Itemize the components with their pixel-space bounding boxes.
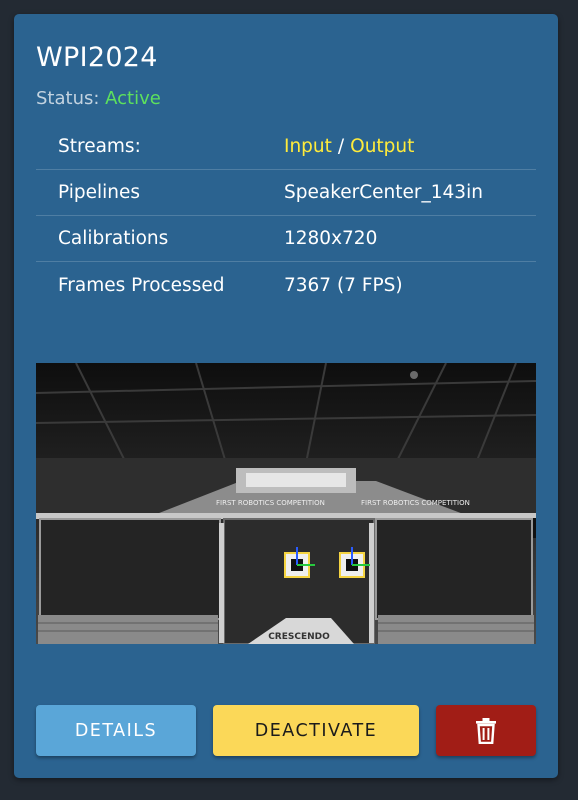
camera-info-table: Streams: Input / Output Pipelines SpeakerC…	[36, 124, 536, 308]
deactivate-button[interactable]: DEACTIVATE	[213, 705, 419, 756]
status-label: Status:	[36, 88, 100, 109]
trash-icon	[476, 717, 496, 744]
calibrations-label: Calibrations	[58, 228, 169, 249]
banner-right-text: FIRST ROBOTICS COMPETITION	[361, 499, 470, 507]
streams-label: Streams:	[58, 136, 141, 157]
stream-separator: /	[337, 136, 345, 157]
pipelines-label: Pipelines	[58, 182, 141, 203]
output-stream-link[interactable]: Output	[350, 136, 414, 157]
pipelines-row: Pipelines SpeakerCenter_143in	[36, 170, 536, 216]
field-text: CRESCENDO	[268, 632, 330, 642]
frames-label: Frames Processed	[58, 274, 225, 296]
calibrations-value: 1280x720	[284, 228, 378, 249]
camera-preview[interactable]: FIRST ROBOTICS COMPETITION FIRST ROBOTIC…	[36, 363, 536, 644]
camera-name: WPI2024	[36, 42, 158, 73]
frames-value: 7367 (7 FPS)	[284, 274, 403, 296]
frames-row: Frames Processed 7367 (7 FPS)	[36, 262, 536, 308]
camera-status: Status: Active	[36, 88, 161, 109]
delete-button[interactable]	[436, 705, 536, 756]
pipelines-value: SpeakerCenter_143in	[284, 182, 483, 203]
camera-card: WPI2024 Status: Active Streams: Input / Ou…	[14, 14, 558, 778]
input-stream-link[interactable]: Input	[284, 136, 332, 157]
streams-row: Streams: Input / Output	[36, 124, 536, 170]
status-value: Active	[105, 88, 161, 109]
camera-preview-image: FIRST ROBOTICS COMPETITION FIRST ROBOTIC…	[36, 363, 536, 644]
banner-left-text: FIRST ROBOTICS COMPETITION	[216, 499, 325, 507]
streams-links: Input / Output	[284, 136, 536, 157]
calibrations-row: Calibrations 1280x720	[36, 216, 536, 262]
details-button[interactable]: DETAILS	[36, 705, 196, 756]
